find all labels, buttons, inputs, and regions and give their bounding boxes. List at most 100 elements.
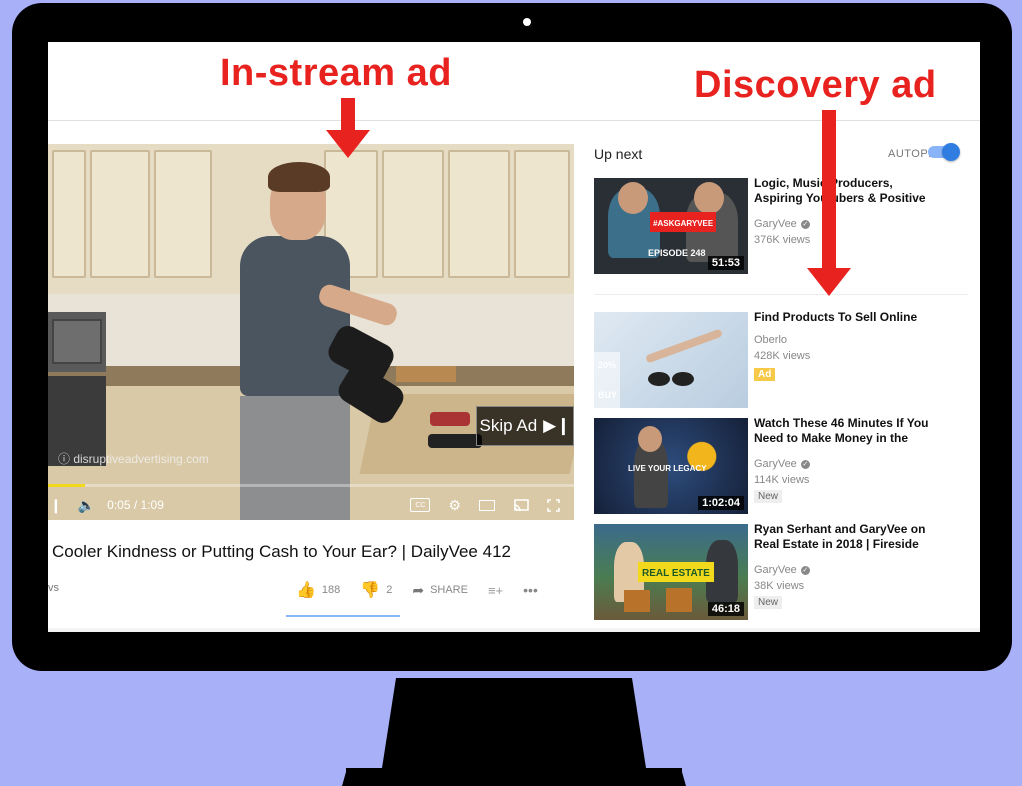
volume-icon[interactable]: 🔈 bbox=[78, 497, 95, 514]
toggle-knob bbox=[942, 143, 960, 161]
card-views: 114K views bbox=[754, 474, 810, 486]
new-badge: New bbox=[754, 490, 783, 503]
discovery-ad-label: Discovery ad bbox=[694, 64, 937, 106]
card-channel: GaryVee ✓ bbox=[754, 218, 810, 230]
views-count: vs bbox=[48, 582, 59, 594]
card-views: 376K views bbox=[754, 234, 811, 246]
share-button[interactable]: ➦ SHARE bbox=[412, 582, 468, 599]
ad-thumbnail: 20% BUY bbox=[594, 312, 748, 408]
captions-icon[interactable]: CC bbox=[410, 498, 431, 512]
thumb-person-head bbox=[618, 182, 648, 214]
fullscreen-icon[interactable] bbox=[547, 498, 560, 512]
like-button[interactable]: 👍 188 bbox=[296, 580, 340, 600]
player-controls: ❙ 🔈 0:05 / 1:09 CC ⚙ bbox=[48, 490, 574, 520]
card-channel: GaryVee ✓ bbox=[754, 564, 810, 576]
verified-check-icon: ✓ bbox=[800, 565, 810, 575]
sunglasses-icon bbox=[672, 372, 694, 386]
cabinet-door bbox=[154, 150, 212, 278]
new-badge: New bbox=[754, 596, 783, 609]
black-pad bbox=[428, 434, 482, 448]
sidebar-video-card[interactable]: LIVE YOUR LEGACY 1:02:04 Watch These 46 … bbox=[594, 416, 974, 518]
progress-fill bbox=[48, 484, 85, 487]
thumb-text: REAL ESTATE bbox=[642, 568, 710, 579]
theater-mode-icon[interactable] bbox=[479, 499, 495, 511]
card-channel: GaryVee ✓ bbox=[754, 458, 810, 470]
info-icon: ⓘ bbox=[58, 452, 74, 466]
card-title: Logic, Music Producers, Aspiring Youtube… bbox=[754, 176, 926, 205]
youtube-screen: In-stream ad Discovery ad ⓘ disruptivead… bbox=[48, 42, 980, 632]
thumb-hand bbox=[645, 328, 723, 364]
duration-badge: 46:18 bbox=[707, 602, 744, 616]
card-title: Find Products To Sell Online bbox=[754, 310, 918, 324]
house-icon bbox=[666, 588, 692, 612]
instream-arrow-shaft bbox=[341, 98, 355, 132]
video-thumbnail: REAL ESTATE 46:18 bbox=[594, 524, 748, 620]
instream-ad-label: In-stream ad bbox=[220, 52, 452, 94]
card-title: Ryan Serhant and GaryVee on Real Estate … bbox=[754, 522, 926, 551]
share-arrow-icon: ➦ bbox=[412, 581, 425, 598]
watermark-text: ⓘ disruptiveadvertising.com bbox=[58, 452, 209, 466]
sidebar-ad-card[interactable]: 20% BUY Find Products To Sell Online Obe… bbox=[594, 310, 974, 412]
thumb-speaker-head bbox=[638, 426, 662, 452]
skip-ad-label: Skip Ad bbox=[479, 416, 538, 435]
baking-tray bbox=[396, 366, 456, 382]
person-hair bbox=[268, 162, 330, 192]
verified-check-icon: ✓ bbox=[800, 219, 810, 229]
like-count: 188 bbox=[321, 584, 341, 596]
ad-badge: Ad bbox=[754, 368, 776, 381]
dislike-button[interactable]: 👎 2 bbox=[360, 580, 392, 600]
sidebar-video-card[interactable]: REAL ESTATE 46:18 Ryan Serhant and GaryV… bbox=[594, 522, 974, 624]
autoplay-toggle[interactable] bbox=[928, 143, 960, 161]
video-thumbnail: #ASKGARYVEE EPISODE 248 51:53 bbox=[594, 178, 748, 274]
cabinet-door bbox=[90, 150, 150, 278]
card-title: Watch These 46 Minutes If You Need to Ma… bbox=[754, 416, 929, 445]
video-thumbnail: LIVE YOUR LEGACY 1:02:04 bbox=[594, 418, 748, 514]
camera-dot bbox=[523, 18, 531, 26]
card-views: 38K views bbox=[754, 580, 805, 592]
video-player[interactable]: ⓘ disruptiveadvertising.com Skip Ad ▶❙ ❙… bbox=[48, 144, 574, 520]
thumbs-down-icon: 👎 bbox=[360, 582, 381, 599]
thumb-label-bg: REAL ESTATE bbox=[638, 562, 714, 582]
card-views: 428K views bbox=[754, 350, 811, 362]
thumb-text: LIVE YOUR LEGACY bbox=[628, 464, 707, 473]
card-divider bbox=[594, 294, 968, 295]
thumb-text: 20% bbox=[598, 360, 617, 370]
card-channel: Oberlo bbox=[754, 334, 788, 346]
thumb-text: BUY bbox=[598, 390, 618, 400]
like-ratio-bar bbox=[286, 615, 400, 617]
add-to-playlist-button[interactable]: ≡+ bbox=[488, 583, 503, 598]
thumb-person-head bbox=[694, 182, 724, 214]
up-next-heading: Up next bbox=[594, 146, 643, 162]
microwave bbox=[52, 319, 102, 364]
next-icon[interactable]: ❙ bbox=[50, 497, 62, 514]
duration-badge: 1:02:04 bbox=[698, 496, 744, 510]
thumb-label-bg: #ASKGARYVEE bbox=[650, 212, 717, 232]
duration-badge: 51:53 bbox=[707, 256, 744, 270]
person-shirt bbox=[240, 236, 350, 396]
more-icon: ••• bbox=[523, 582, 538, 598]
thumb-text: EPISODE 248 bbox=[648, 248, 706, 258]
playlist-add-icon: ≡+ bbox=[487, 582, 504, 598]
share-label: SHARE bbox=[430, 584, 468, 596]
progress-bar[interactable] bbox=[48, 484, 574, 487]
screen-bottom-edge bbox=[48, 628, 980, 632]
cast-icon[interactable] bbox=[513, 498, 529, 512]
thumbs-up-icon: 👍 bbox=[296, 582, 316, 599]
skip-next-icon: ▶❙ bbox=[543, 416, 571, 435]
house-icon bbox=[624, 590, 650, 612]
discovery-arrow-shaft bbox=[822, 110, 836, 270]
red-pad bbox=[430, 412, 470, 426]
header-divider bbox=[48, 120, 980, 121]
cabinet-door bbox=[52, 150, 86, 278]
skip-ad-button[interactable]: Skip Ad ▶❙ bbox=[476, 406, 574, 446]
cabinet-door bbox=[382, 150, 444, 278]
settings-gear-icon[interactable]: ⚙ bbox=[448, 497, 461, 514]
video-actions: 👍 188 👎 2 ➦ SHARE ≡+ ••• bbox=[296, 580, 538, 600]
dislike-count: 2 bbox=[386, 584, 393, 596]
video-title: Cooler Kindness or Putting Cash to Your … bbox=[52, 542, 511, 561]
sunglasses-icon bbox=[648, 372, 670, 386]
sidebar-video-card[interactable]: #ASKGARYVEE EPISODE 248 51:53 Logic, Mus… bbox=[594, 176, 974, 278]
discovery-arrow-head bbox=[807, 268, 851, 296]
cabinet-door bbox=[448, 150, 510, 278]
more-actions-button[interactable]: ••• bbox=[523, 582, 538, 598]
